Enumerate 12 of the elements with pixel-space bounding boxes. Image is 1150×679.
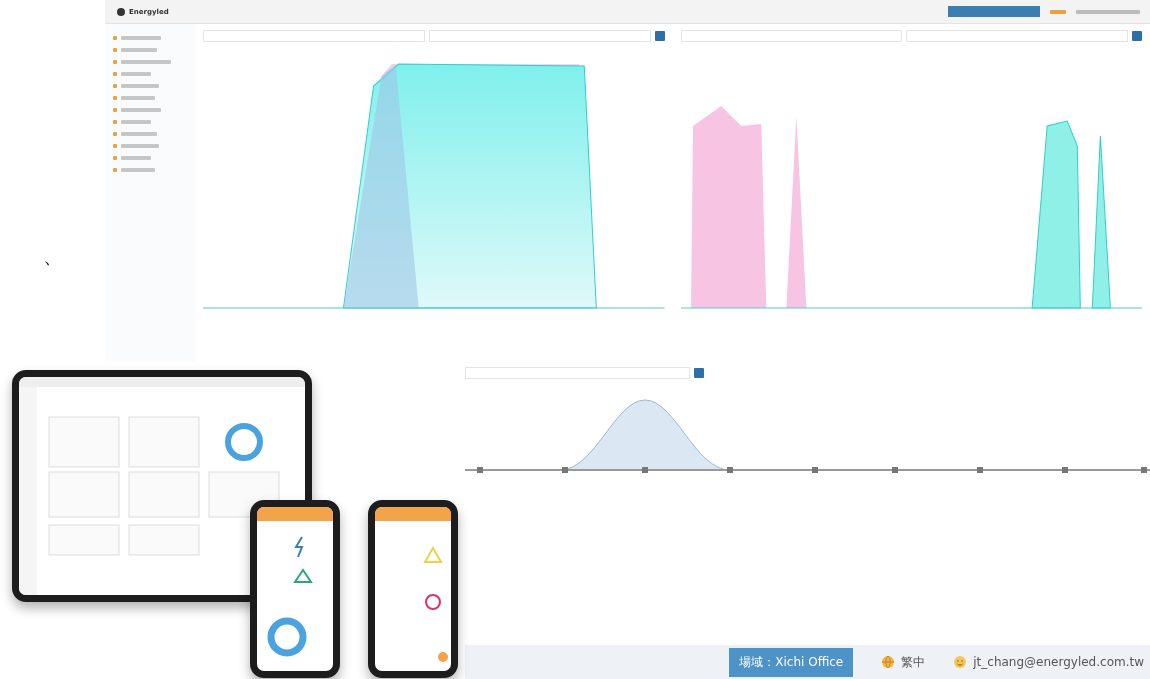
- logo-icon: [117, 7, 125, 16]
- smiley-icon[interactable]: [953, 655, 968, 669]
- search-button[interactable]: [654, 31, 665, 41]
- user-email[interactable]: jt_chang@energyled.com.tw: [973, 655, 1144, 669]
- date-field[interactable]: [906, 30, 1128, 42]
- globe-icon[interactable]: [881, 655, 896, 669]
- date-field[interactable]: [680, 30, 903, 42]
- comma-mark: 、: [42, 242, 63, 270]
- date-field[interactable]: [203, 30, 425, 42]
- date-field[interactable]: [465, 367, 690, 379]
- language-label[interactable]: 繁中: [901, 653, 926, 671]
- date-field[interactable]: [428, 30, 651, 42]
